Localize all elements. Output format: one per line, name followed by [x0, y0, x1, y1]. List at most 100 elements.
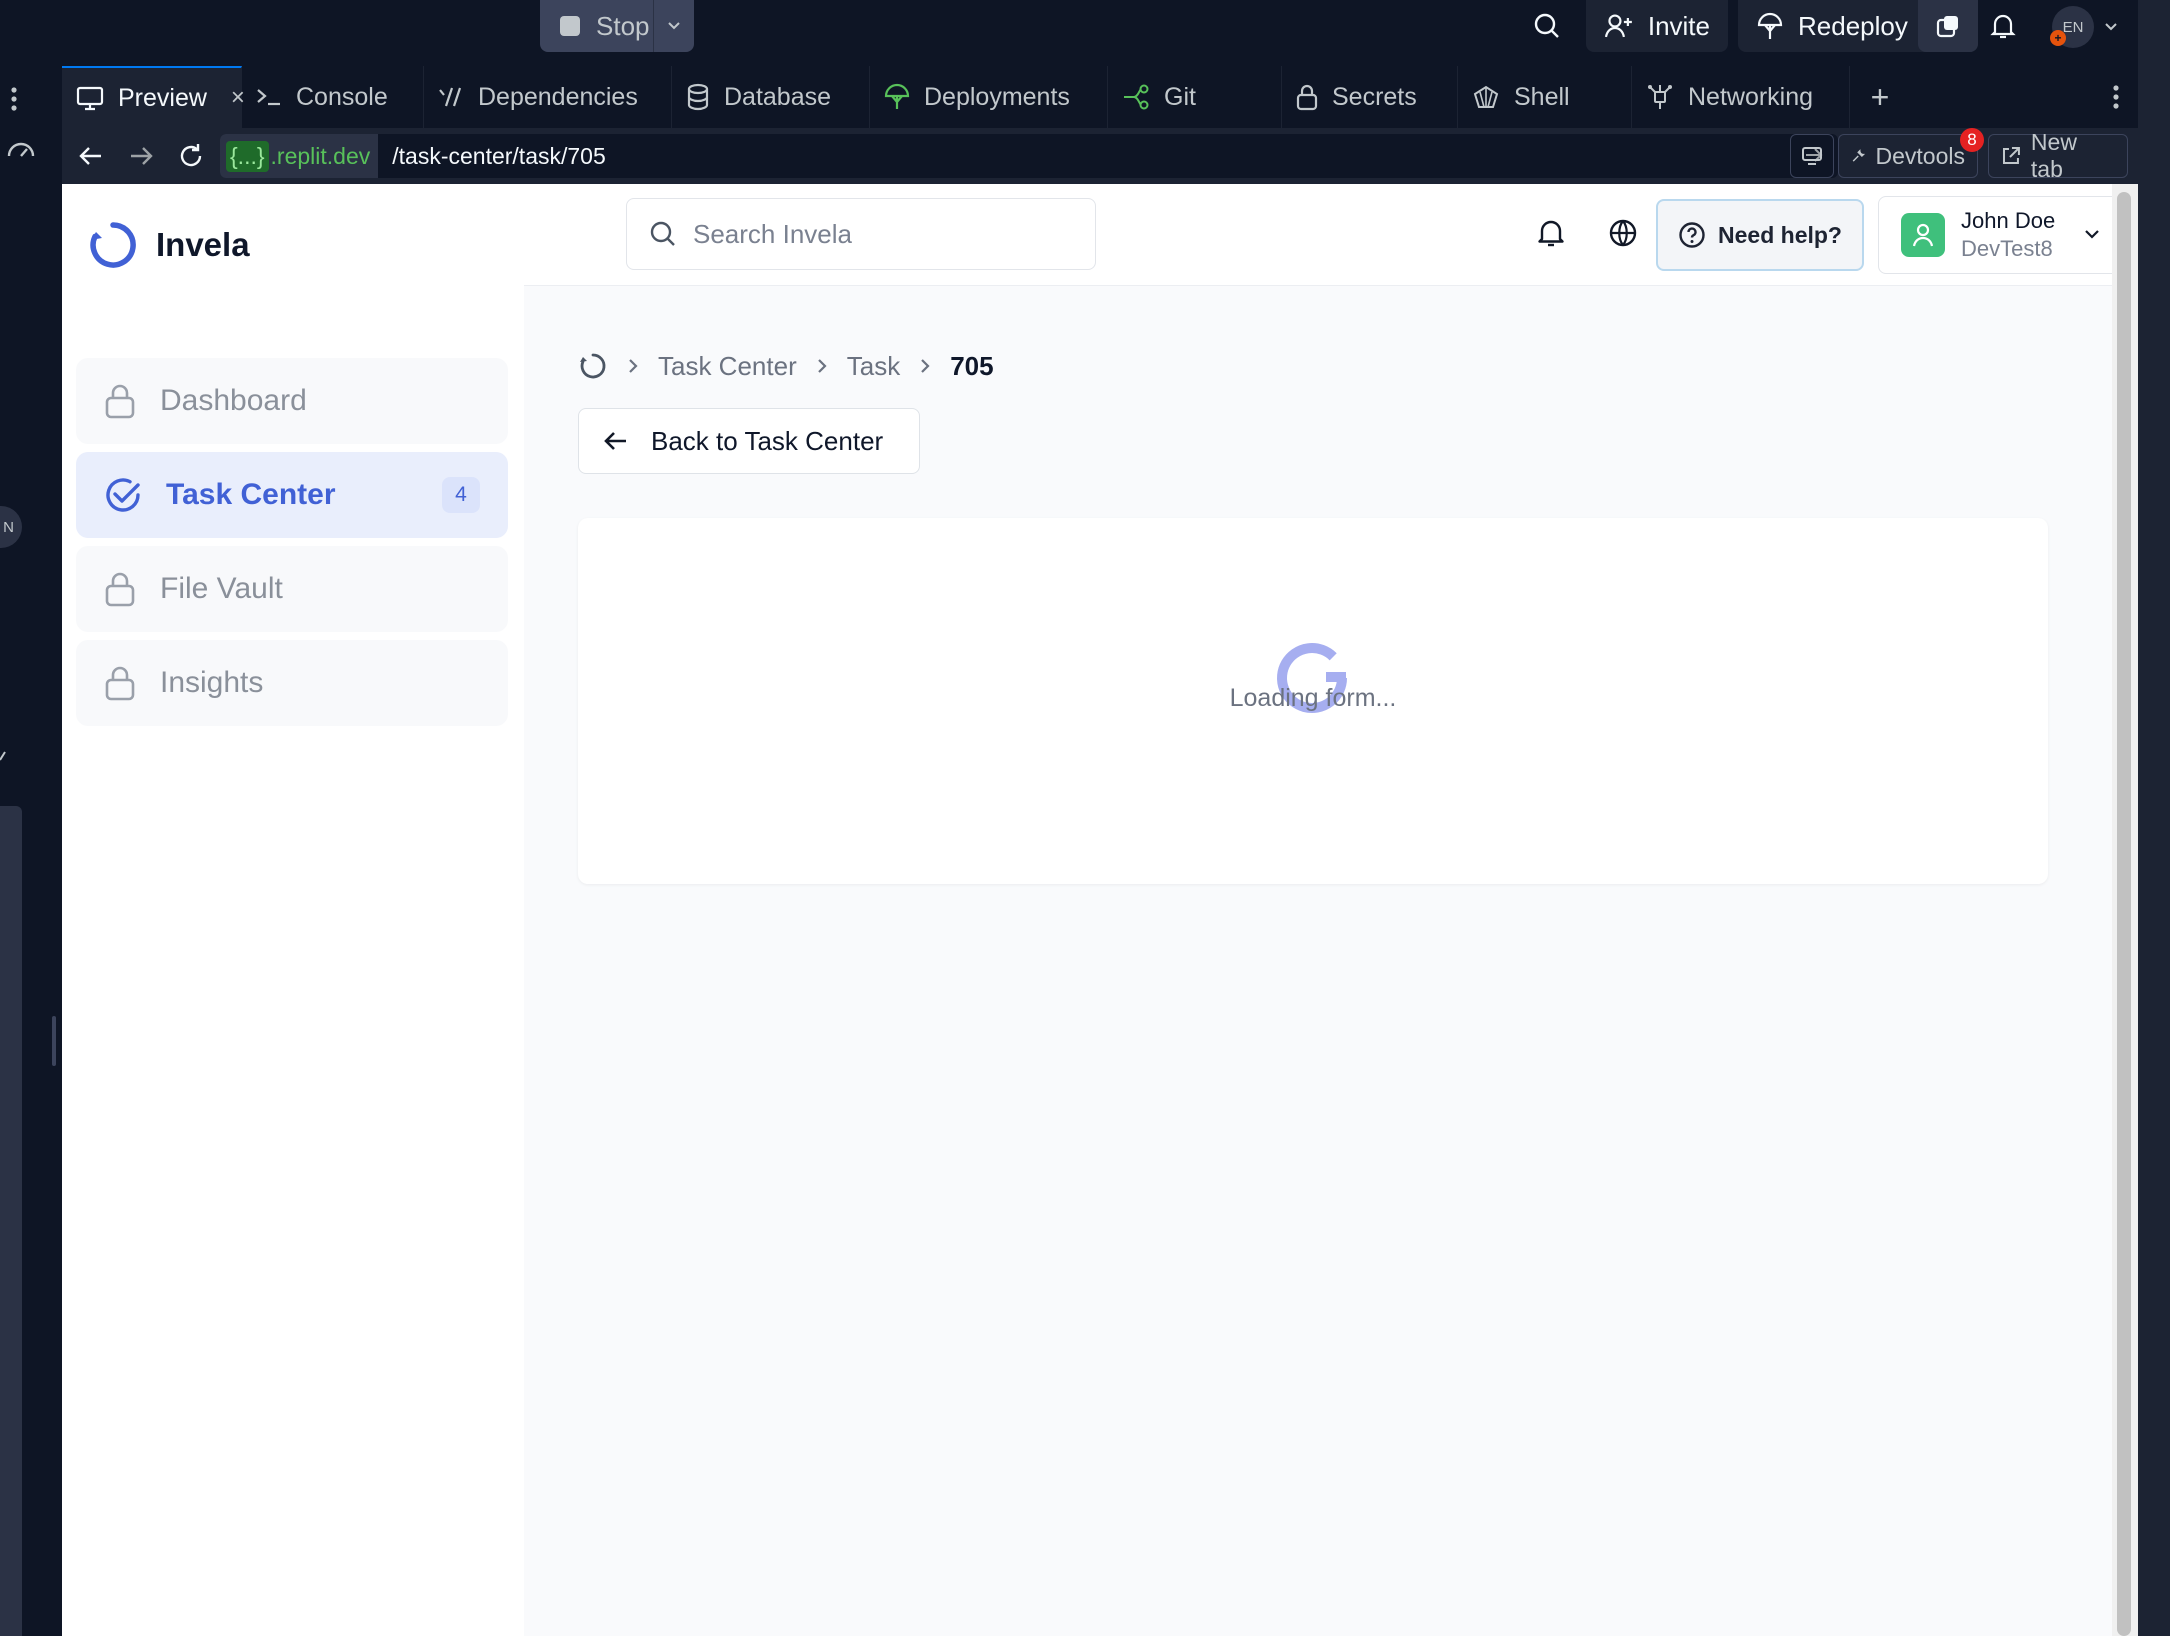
check-circle-icon [106, 478, 140, 512]
tab-database[interactable]: Database [672, 66, 870, 128]
tab-secrets[interactable]: Secrets [1282, 66, 1458, 128]
search-box[interactable] [626, 198, 1096, 270]
resize-handle[interactable] [52, 1016, 56, 1066]
stop-button[interactable]: Stop [540, 0, 654, 52]
need-help-button[interactable]: Need help? [1656, 199, 1864, 271]
add-user-icon [1604, 14, 1632, 38]
stop-dropdown-button[interactable] [654, 16, 694, 36]
app-preview: Invela Dashboard Task Center 4 File Vaul… [62, 184, 2138, 1636]
account-status-dot: + [2050, 30, 2066, 46]
account-menu-button[interactable] [2100, 4, 2122, 48]
tab-label: Shell [1514, 82, 1570, 111]
tab-git[interactable]: Git [1108, 66, 1282, 128]
external-link-icon [2002, 147, 2020, 164]
device-toggle-button[interactable] [1790, 134, 1834, 178]
database-icon [686, 83, 710, 111]
check-icon [0, 748, 12, 769]
forward-nav-button[interactable] [116, 128, 166, 184]
chevron-right-icon [629, 359, 638, 373]
tab-label: Database [724, 82, 832, 111]
git-icon [1122, 84, 1150, 110]
user-org: DevTest8 [1961, 236, 2053, 261]
breadcrumb-current: 705 [950, 350, 994, 381]
sidebar-item-task-center[interactable]: Task Center 4 [76, 452, 508, 538]
invite-button[interactable]: Invite [1586, 0, 1728, 52]
arrow-right-icon [131, 147, 153, 165]
tab-shell[interactable]: Shell [1458, 66, 1632, 128]
sidebar-item-label: Insights [160, 666, 264, 699]
breadcrumb-task[interactable]: Task [847, 351, 900, 382]
home-logo-icon[interactable] [578, 351, 608, 381]
tab-deployments[interactable]: Deployments [870, 66, 1108, 128]
language-button[interactable] [1596, 206, 1650, 260]
sidebar-item-dashboard[interactable]: Dashboard [76, 358, 508, 444]
brand-name: Invela [156, 226, 250, 263]
plus-icon: + [1870, 78, 1890, 115]
globe-icon [1609, 219, 1637, 247]
notifications-button[interactable] [1980, 4, 2026, 48]
need-help-label: Need help? [1718, 221, 1842, 248]
lock-icon [105, 572, 135, 607]
preview-scrollbar-thumb[interactable] [2117, 192, 2131, 1636]
help-circle-icon [1679, 222, 1705, 248]
search-input[interactable] [693, 218, 1073, 250]
invela-logo-icon [90, 222, 136, 268]
brand-logo[interactable]: Invela [88, 220, 250, 270]
speedometer-icon[interactable] [6, 138, 36, 165]
search-icon [1534, 13, 1559, 38]
user-menu[interactable]: John Doe DevTest8 [1878, 196, 2126, 274]
networking-icon [1646, 83, 1674, 111]
back-to-task-center-button[interactable]: Back to Task Center [578, 408, 920, 474]
chevron-down-icon [668, 22, 680, 30]
tab-bar: Preview × Console Dependencies Database … [62, 66, 2138, 128]
bell-icon [1990, 14, 2016, 39]
shell-icon [1472, 84, 1500, 110]
tab-console[interactable]: Console [242, 66, 424, 128]
sidebar-item-label: Task Center [166, 478, 336, 511]
tab-label: Console [296, 82, 388, 111]
tab-preview[interactable]: Preview × [62, 66, 245, 128]
windows-icon [1936, 16, 1958, 38]
stop-label: Stop [596, 10, 650, 41]
new-tab-button[interactable]: New tab [1988, 129, 2128, 182]
devtools-button[interactable]: Devtools [1838, 134, 1978, 178]
sidebar-item-file-vault[interactable]: File Vault [76, 546, 508, 632]
deployments-icon [1757, 12, 1783, 39]
collaborator-avatar[interactable]: N [0, 506, 22, 548]
search-button[interactable] [1522, 4, 1572, 48]
collaborator-initial: N [3, 518, 14, 536]
chevron-down-icon [2085, 230, 2099, 239]
sidebar-item-insights[interactable]: Insights [76, 640, 508, 726]
tab-options-button[interactable] [2096, 66, 2136, 128]
tab-label: Secrets [1332, 82, 1417, 111]
kebab-menu-icon [2113, 85, 2119, 109]
breadcrumb: Task Center Task 705 [578, 344, 994, 388]
tab-networking[interactable]: Networking [1632, 66, 1850, 128]
url-input[interactable]: {...} .replit.dev /task-center/task/705 [220, 134, 1838, 178]
chevron-right-icon [817, 359, 827, 373]
notifications-button[interactable] [1524, 206, 1578, 260]
redeploy-options-button[interactable] [1918, 0, 1978, 52]
arrow-left-icon [79, 147, 101, 165]
avatar [1901, 213, 1945, 257]
arrow-left-icon [604, 432, 626, 450]
tab-dependencies[interactable]: Dependencies [424, 66, 672, 128]
user-name: John Doe [1961, 208, 2056, 233]
app-header: Need help? John Doe DevTest8 [524, 184, 2138, 286]
devtools-label: Devtools [1875, 142, 1965, 169]
loading-text: Loading form... [1229, 684, 1397, 712]
bell-icon [1538, 220, 1564, 247]
lock-icon [105, 666, 135, 701]
user-info: John Doe DevTest8 [1961, 207, 2055, 263]
add-tab-button[interactable]: + [1850, 66, 1910, 128]
reload-button[interactable] [166, 128, 216, 184]
back-label: Back to Task Center [651, 425, 884, 456]
new-tab-label: New tab [2030, 129, 2077, 182]
sidebar-item-label: File Vault [160, 572, 283, 605]
url-path: /task-center/task/705 [392, 142, 606, 169]
account-language: EN [2062, 18, 2084, 36]
kebab-menu-icon[interactable] [10, 86, 18, 117]
breadcrumb-task-center[interactable]: Task Center [658, 351, 797, 382]
sidebar: Invela Dashboard Task Center 4 File Vaul… [62, 184, 524, 1636]
back-nav-button[interactable] [66, 128, 116, 184]
